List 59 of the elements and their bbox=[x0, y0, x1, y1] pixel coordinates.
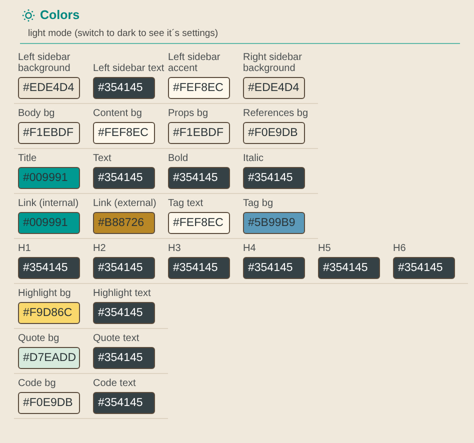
color-label: Highlight text bbox=[93, 288, 152, 299]
color-field[interactable]: #D7EADD bbox=[18, 347, 80, 369]
color-field[interactable]: #5B99B9 bbox=[243, 212, 305, 234]
color-label: Code text bbox=[93, 378, 137, 389]
color-label: Quote text bbox=[93, 333, 140, 344]
color-field[interactable]: #354145 bbox=[168, 257, 230, 279]
color-label: H4 bbox=[243, 243, 257, 254]
section-title: Colors bbox=[40, 8, 80, 22]
color-field[interactable]: #354145 bbox=[243, 257, 305, 279]
color-field[interactable]: #F1EBDF bbox=[168, 122, 230, 144]
color-label: H1 bbox=[18, 243, 32, 254]
color-label: H6 bbox=[393, 243, 407, 254]
color-label: Italic bbox=[243, 153, 265, 164]
color-label: Content bg bbox=[93, 108, 143, 119]
color-label: Bold bbox=[168, 153, 190, 164]
color-label: References bg bbox=[243, 108, 310, 119]
color-field[interactable]: #B88726 bbox=[93, 212, 155, 234]
color-label: Highlight bg bbox=[18, 288, 72, 299]
color-field[interactable]: #009991 bbox=[18, 167, 80, 189]
color-field[interactable]: #F9D86C bbox=[18, 302, 80, 324]
color-field[interactable]: #354145 bbox=[243, 167, 305, 189]
color-label: Left sidebar text bbox=[93, 63, 165, 74]
mode-note: light mode (switch to dark to see it´s settings) bbox=[20, 24, 460, 44]
color-field[interactable]: #EDE4D4 bbox=[18, 77, 80, 99]
color-field[interactable]: #354145 bbox=[93, 257, 155, 279]
color-label: Tag bg bbox=[243, 198, 274, 209]
color-label: H2 bbox=[93, 243, 107, 254]
color-field[interactable]: #354145 bbox=[168, 167, 230, 189]
color-field[interactable]: #354145 bbox=[393, 257, 455, 279]
color-field[interactable]: #FEF8EC bbox=[93, 122, 155, 144]
color-label: Quote bg bbox=[18, 333, 60, 344]
color-label: Code bg bbox=[18, 378, 57, 389]
color-label: Props bg bbox=[168, 108, 210, 119]
color-field[interactable]: #F0E9DB bbox=[18, 392, 80, 414]
color-label: Right sidebar background bbox=[243, 52, 303, 74]
color-field[interactable]: #354145 bbox=[93, 77, 155, 99]
color-label: Tag text bbox=[168, 198, 204, 209]
color-label: Text bbox=[93, 153, 112, 164]
color-field[interactable]: #FEF8EC bbox=[168, 212, 230, 234]
color-label: Title bbox=[18, 153, 38, 164]
color-label: Link (internal) bbox=[18, 198, 80, 209]
color-field[interactable]: #EDE4D4 bbox=[243, 77, 305, 99]
color-label: Left sidebar accent bbox=[168, 52, 222, 74]
color-field[interactable]: #F0E9DB bbox=[243, 122, 305, 144]
sun-icon bbox=[22, 8, 35, 22]
color-field[interactable]: #F1EBDF bbox=[18, 122, 80, 144]
color-field[interactable]: #354145 bbox=[318, 257, 380, 279]
color-field[interactable]: #354145 bbox=[93, 392, 155, 414]
color-label: H3 bbox=[168, 243, 182, 254]
color-field[interactable]: #354145 bbox=[93, 347, 155, 369]
color-label: Link (external) bbox=[93, 198, 158, 209]
color-label: Body bg bbox=[18, 108, 56, 119]
color-field[interactable]: #354145 bbox=[93, 302, 155, 324]
color-label: H5 bbox=[318, 243, 332, 254]
color-label: Left sidebar background bbox=[18, 52, 72, 74]
color-field[interactable]: #FEF8EC bbox=[168, 77, 230, 99]
color-field[interactable]: #009991 bbox=[18, 212, 80, 234]
color-field[interactable]: #354145 bbox=[93, 167, 155, 189]
color-field[interactable]: #354145 bbox=[18, 257, 80, 279]
